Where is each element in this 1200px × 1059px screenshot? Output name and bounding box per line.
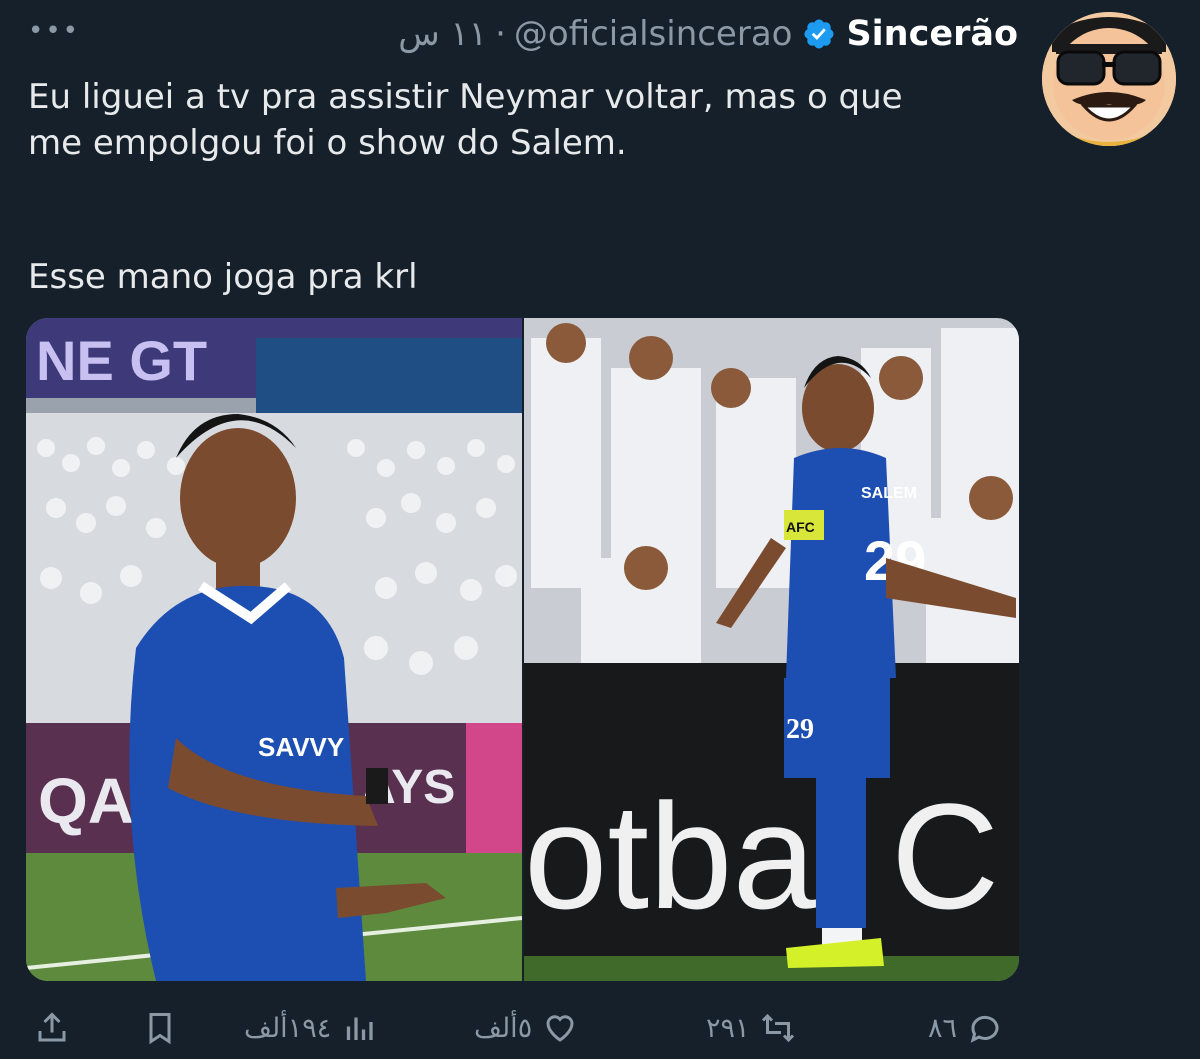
action-bar: ١٩٤ألف ٥ألف ٢٩١ ٨٦ [0, 1000, 1200, 1059]
like-icon [546, 1015, 574, 1042]
left-banner-text: NE GT [36, 329, 207, 392]
reply-count: ٨٦ [928, 1012, 958, 1044]
retweet-button[interactable]: ٢٩١ [706, 1010, 796, 1046]
avatar[interactable] [1042, 12, 1176, 146]
reply-button[interactable]: ٨٦ [928, 1010, 1003, 1046]
tweet-text-line-1: Eu liguei a tv pra assistir Neymar volta… [28, 77, 903, 117]
right-back-name: SALEM [861, 485, 917, 502]
more-options-icon[interactable]: ••• [28, 16, 80, 46]
tweet-media[interactable]: NE GT QAT AYS SAVVY otbal C SALEM 29 AFC… [26, 318, 1019, 981]
views-icon [347, 1017, 373, 1040]
tweet: ••• ١١ س · @oficialsincerao Sincerão Eu … [0, 0, 1200, 1059]
media-photo-right[interactable]: otbal C SALEM 29 AFC 29 [524, 318, 1019, 981]
right-board-text: otbal C [524, 772, 999, 940]
tweet-text-line-2: me empolgou foi o show do Salem. [28, 123, 627, 163]
share-button[interactable] [34, 1010, 70, 1046]
retweet-icon [761, 1013, 794, 1043]
verified-icon [804, 19, 834, 49]
handle[interactable]: @oficialsincerao [514, 14, 793, 54]
avatar-cartoon [1042, 12, 1176, 146]
retweet-count: ٢٩١ [706, 1012, 750, 1044]
armband-text: AFC [786, 519, 815, 535]
timestamp[interactable]: ١١ س [398, 14, 487, 54]
tweet-text: Eu liguei a tv pra assistir Neymar volta… [28, 74, 1038, 300]
tweet-text-line-3: Esse mano joga pra krl [28, 257, 418, 297]
like-count: ٥ألف [474, 1012, 533, 1044]
reply-icon [970, 1015, 999, 1043]
tweet-header: ١١ س · @oficialsincerao Sincerão [398, 12, 1018, 56]
bookmark-button[interactable] [142, 1010, 178, 1046]
views-button[interactable]: ١٩٤ألف [244, 1010, 377, 1046]
bookmark-icon [149, 1013, 171, 1045]
views-count: ١٩٤ألف [244, 1012, 332, 1044]
display-name[interactable]: Sincerão [846, 14, 1018, 54]
tweet-meta: ١١ س · @oficialsincerao [398, 14, 792, 54]
media-photo-left[interactable]: NE GT QAT AYS SAVVY [26, 318, 523, 981]
right-shorts-number: 29 [786, 714, 814, 745]
separator: · [495, 14, 506, 54]
left-shirt-sponsor: SAVVY [258, 732, 344, 762]
share-icon [38, 1012, 66, 1042]
like-button[interactable]: ٥ألف [474, 1010, 578, 1046]
